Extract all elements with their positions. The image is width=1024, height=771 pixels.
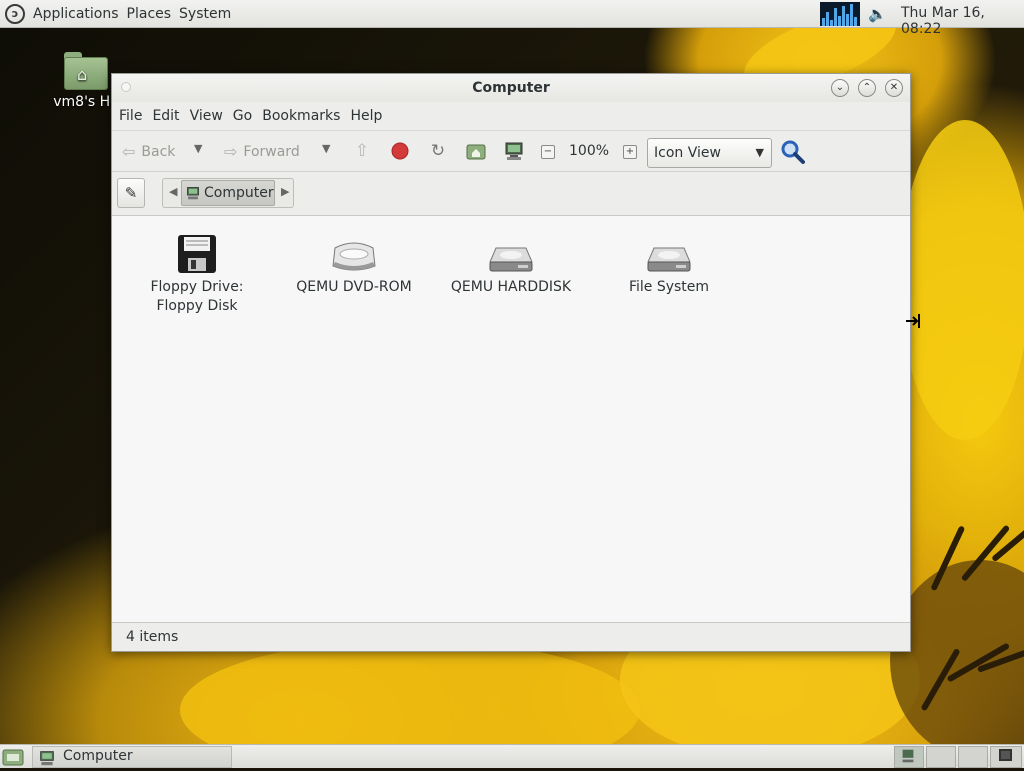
workspace-3[interactable] xyxy=(958,746,988,768)
workspace-4[interactable] xyxy=(990,746,1022,768)
chevron-down-icon: ▼ xyxy=(755,146,764,159)
device-label: File System xyxy=(628,279,710,295)
distro-logo-icon[interactable]: ↄ xyxy=(5,3,25,24)
forward-history-dropdown[interactable]: ▼ xyxy=(322,142,330,155)
close-button[interactable]: ✕ xyxy=(885,79,903,97)
file-manager-window: Computer ⌄ ⌃ ✕ File Edit View Go Bookmar… xyxy=(111,73,911,652)
chevron-down-icon: ▼ xyxy=(322,142,331,155)
reload-button[interactable]: ↻ xyxy=(427,140,449,162)
hard-disk-icon xyxy=(489,247,533,272)
menu-view[interactable]: View xyxy=(185,108,228,124)
computer-icon xyxy=(505,142,523,160)
window-title: Computer xyxy=(472,80,550,96)
applications-menu[interactable]: Applications xyxy=(29,6,123,22)
device-label: QEMU DVD-ROM xyxy=(296,279,412,295)
edit-pencil-icon: ✎ xyxy=(124,184,138,202)
menu-help[interactable]: Help xyxy=(345,108,387,124)
show-desktop-icon xyxy=(2,749,24,766)
menu-edit[interactable]: Edit xyxy=(147,108,184,124)
computer-icon xyxy=(902,749,914,763)
home-button[interactable] xyxy=(465,140,487,162)
back-arrow-icon: ⇦ xyxy=(122,142,136,161)
device-label: Floppy Drive: Floppy Disk xyxy=(150,279,244,314)
top-panel: ↄ Applications Places System 🔈 Thu Mar 1… xyxy=(0,0,1024,37)
back-history-dropdown[interactable]: ▼ xyxy=(194,142,202,155)
zoom-out-button[interactable]: − xyxy=(541,145,555,159)
device-label: QEMU HARDDISK xyxy=(450,279,572,295)
forward-arrow-icon: ⇨ xyxy=(224,142,238,161)
breadcrumb-label: Computer xyxy=(204,185,274,201)
menu-file[interactable]: File xyxy=(114,108,147,124)
optical-drive-icon xyxy=(332,242,376,271)
stop-button[interactable] xyxy=(389,140,411,162)
back-label: Back xyxy=(141,143,176,160)
show-desktop-button[interactable] xyxy=(2,747,24,767)
search-icon xyxy=(781,140,805,164)
computer-button[interactable] xyxy=(503,140,525,162)
status-bar: 4 items xyxy=(112,622,910,651)
toolbar: ⇦ Back ▼ ⇨ Forward ▼ ⇧ ↻ − 100% + Icon V… xyxy=(112,130,910,172)
menu-bookmarks[interactable]: Bookmarks xyxy=(257,108,345,124)
system-menu[interactable]: System xyxy=(175,6,235,22)
menubar: File Edit View Go Bookmarks Help xyxy=(112,102,910,130)
computer-icon xyxy=(40,751,54,766)
stop-icon xyxy=(391,142,409,160)
system-monitor-applet[interactable] xyxy=(820,2,860,26)
back-button[interactable]: ⇦ Back xyxy=(122,142,175,161)
zoom-in-button[interactable]: + xyxy=(623,145,637,159)
maximize-button[interactable]: ⌃ xyxy=(858,79,876,97)
computer-icon xyxy=(187,187,199,200)
workspace-2[interactable] xyxy=(926,746,956,768)
forward-label: Forward xyxy=(243,143,300,160)
item-count: 4 items xyxy=(126,629,179,645)
device-dvd-rom[interactable]: QEMU DVD-ROM xyxy=(289,228,419,297)
places-menu[interactable]: Places xyxy=(123,6,176,22)
taskbar-label: Computer xyxy=(63,748,133,764)
view-mode-select[interactable]: Icon View ▼ xyxy=(647,138,772,168)
home-folder-icon xyxy=(466,144,486,160)
resize-cursor-icon xyxy=(906,314,920,328)
workspace-1[interactable] xyxy=(894,746,924,768)
hard-disk-icon xyxy=(647,247,691,272)
view-mode-value: Icon View xyxy=(654,145,721,161)
toggle-location-entry-button[interactable]: ✎ xyxy=(117,178,145,208)
up-button[interactable]: ⇧ xyxy=(351,140,373,162)
chevron-down-icon: ▼ xyxy=(194,142,203,155)
path-scroll-right-icon[interactable]: ▶ xyxy=(281,185,289,198)
taskbar-button-computer[interactable]: Computer xyxy=(32,746,232,768)
location-bar: ✎ ◀ Computer ▶ xyxy=(112,172,910,216)
search-button[interactable] xyxy=(780,139,806,165)
device-harddisk[interactable]: QEMU HARDDISK xyxy=(446,228,576,297)
clock[interactable]: Thu Mar 16, 08:22 xyxy=(901,5,1024,37)
device-floppy-drive[interactable]: Floppy Drive: Floppy Disk xyxy=(132,228,262,316)
window-titlebar[interactable]: Computer ⌄ ⌃ ✕ xyxy=(112,74,910,102)
reload-icon: ↻ xyxy=(430,141,446,161)
forward-button[interactable]: ⇨ Forward xyxy=(224,142,300,161)
icon-view[interactable]: Floppy Drive: Floppy Disk QEMU DVD-ROM Q… xyxy=(112,216,910,622)
home-folder-icon: ⌂ xyxy=(64,52,108,90)
path-bar: ◀ Computer ▶ xyxy=(162,178,294,208)
bottom-panel: Computer xyxy=(0,744,1024,768)
breadcrumb-computer[interactable]: Computer xyxy=(181,180,275,206)
minimize-button[interactable]: ⌄ xyxy=(831,79,849,97)
path-scroll-left-icon[interactable]: ◀ xyxy=(169,185,177,198)
floppy-icon xyxy=(178,235,216,273)
menu-go[interactable]: Go xyxy=(228,108,257,124)
device-file-system[interactable]: File System xyxy=(604,228,734,297)
up-arrow-icon: ⇧ xyxy=(354,141,370,161)
zoom-level[interactable]: 100% xyxy=(569,143,609,159)
terminal-icon xyxy=(999,749,1012,761)
volume-icon[interactable]: 🔈 xyxy=(868,5,887,23)
